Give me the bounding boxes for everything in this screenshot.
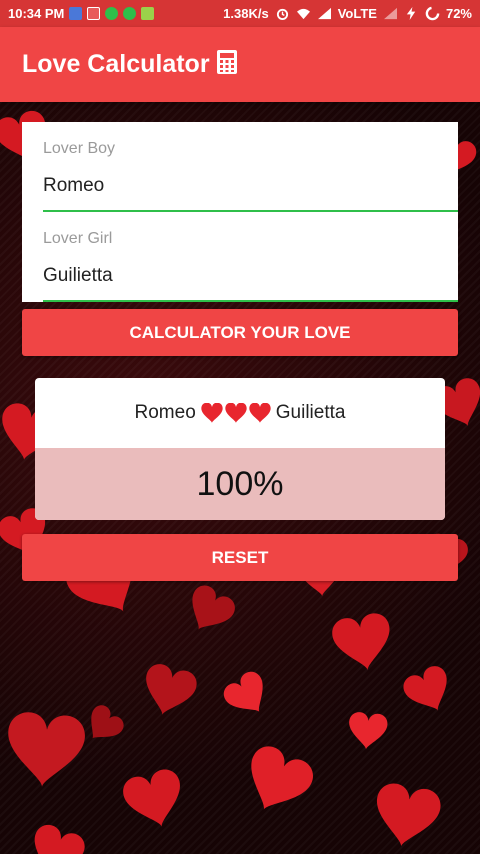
signal-icon-2	[383, 7, 397, 20]
lover-boy-label: Lover Boy	[43, 140, 116, 157]
lover-girl-underline	[43, 300, 458, 302]
vpn-notification-icon	[69, 7, 83, 20]
whatsapp-notification-icon-2	[123, 7, 137, 20]
heart-icon	[225, 403, 247, 423]
status-bar: 10:34 PM 1.38K/s VoLTE 72%	[0, 0, 480, 27]
alarm-icon	[276, 8, 288, 20]
whatsapp-notification-icon	[105, 7, 119, 20]
result-name-2: Guilietta	[275, 402, 346, 423]
result-card: Romeo Guilietta 100%	[35, 378, 445, 520]
wifi-icon	[296, 8, 310, 20]
mail-notification-icon	[87, 7, 101, 20]
lover-girl-field[interactable]: Lover Girl Guilietta	[43, 230, 458, 302]
reset-button[interactable]: RESET	[22, 534, 458, 581]
calculate-love-button[interactable]: CALCULATOR YOUR LOVE	[22, 309, 458, 356]
lover-boy-field[interactable]: Lover Boy Romeo	[43, 140, 458, 212]
lover-boy-input[interactable]: Romeo	[43, 175, 458, 197]
app-bar: Love Calculator	[0, 27, 480, 102]
result-hearts	[201, 403, 271, 423]
signal-icon	[317, 7, 331, 20]
love-percentage: 100%	[35, 448, 445, 520]
calculator-icon	[216, 49, 238, 80]
charging-icon	[406, 7, 416, 20]
lover-boy-underline	[43, 210, 458, 212]
lover-girl-label: Lover Girl	[43, 230, 113, 247]
android-notification-icon	[141, 7, 155, 20]
battery-icon	[425, 6, 440, 21]
network-type: VoLTE	[337, 6, 377, 21]
app-title: Love Calculator	[22, 50, 210, 78]
network-speed: 1.38K/s	[223, 6, 269, 21]
lover-names-form: Lover Boy Romeo Lover Girl Guilietta	[22, 122, 458, 302]
lover-girl-input[interactable]: Guilietta	[43, 265, 458, 287]
result-name-1: Romeo	[134, 402, 196, 423]
status-time: 10:34 PM	[8, 6, 65, 21]
heart-icon	[249, 403, 271, 423]
heart-icon	[201, 403, 223, 423]
battery-percent: 72%	[445, 6, 472, 21]
result-names: Romeo Guilietta	[35, 378, 445, 448]
